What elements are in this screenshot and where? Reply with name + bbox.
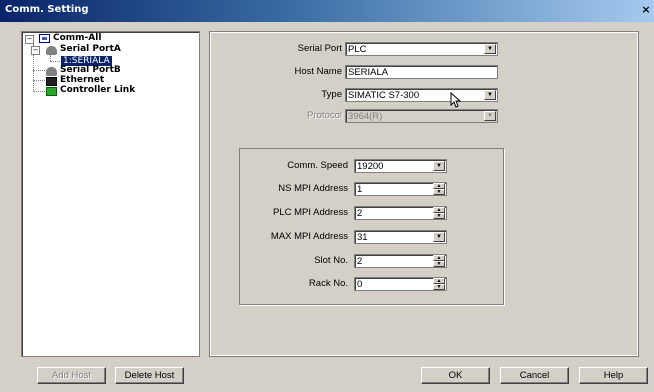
serial-port-label: Serial Port [297, 43, 342, 54]
max-mpi-dropdown[interactable]: 31 ▼ [354, 230, 447, 244]
mouse-cursor-icon [450, 92, 462, 108]
spin-control[interactable]: ▲ ▼ [433, 183, 445, 195]
dropdown-arrow-icon: ▼ [484, 111, 496, 121]
serial-port-icon [46, 67, 57, 76]
tree-item-comm-all[interactable]: Comm-All [53, 33, 101, 44]
spin-down-icon[interactable]: ▼ [433, 213, 445, 219]
dropdown-arrow-icon[interactable]: ▼ [433, 232, 445, 242]
protocol-dropdown: 3964(R) ▼ [345, 109, 498, 123]
tree-item-controller-link[interactable]: Controller Link [60, 85, 135, 96]
comm-speed-label: Comm. Speed [287, 160, 348, 171]
dropdown-arrow-icon[interactable]: ▼ [433, 161, 445, 171]
ns-mpi-label: NS MPI Address [278, 183, 348, 194]
settings-panel: Serial Port PLC ▼ Host Name SERIALA Type… [209, 31, 639, 357]
controller-link-icon [46, 87, 57, 96]
slot-no-value: 2 [357, 256, 363, 267]
plc-mpi-stepper[interactable]: 2 ▲ ▼ [354, 206, 447, 220]
serial-port-dropdown[interactable]: PLC ▼ [345, 42, 498, 56]
host-name-value: SERIALA [348, 67, 389, 78]
tree-item-serial-porta[interactable]: Serial PortA [60, 44, 121, 55]
max-mpi-label: MAX MPI Address [270, 231, 348, 242]
spin-control[interactable]: ▲ ▼ [433, 207, 445, 219]
comm-speed-value: 19200 [357, 161, 384, 172]
max-mpi-value: 31 [357, 232, 368, 243]
plc-mpi-value: 2 [357, 208, 363, 219]
slot-no-label: Slot No. [314, 255, 348, 266]
ethernet-icon [46, 77, 57, 86]
tree-connector [33, 91, 45, 92]
comm-settings-group: Comm. Speed 19200 ▼ NS MPI Address 1 ▲ ▼… [239, 148, 504, 305]
title-bar: Comm. Setting × [0, 0, 654, 22]
comm-speed-dropdown[interactable]: 19200 ▼ [354, 159, 447, 173]
add-host-button: Add Host [37, 367, 106, 384]
spin-down-icon[interactable]: ▼ [433, 189, 445, 195]
type-value: SIMATIC S7-300 [348, 90, 420, 101]
comm-tree: − Comm-All − Serial PortA 1:SERIALA Seri… [21, 31, 200, 357]
host-name-label: Host Name [294, 66, 342, 77]
dropdown-arrow-icon[interactable]: ▼ [484, 90, 496, 100]
protocol-value: 3964(R) [348, 111, 383, 122]
collapse-icon[interactable]: − [31, 46, 40, 55]
tree-connector [33, 80, 45, 81]
spin-control[interactable]: ▲ ▼ [433, 255, 445, 267]
ns-mpi-stepper[interactable]: 1 ▲ ▼ [354, 182, 447, 196]
delete-host-button[interactable]: Delete Host [115, 367, 184, 384]
rack-no-value: 0 [357, 279, 363, 290]
ok-button[interactable]: OK [421, 367, 490, 384]
close-icon[interactable]: × [640, 4, 652, 16]
window-title: Comm. Setting [5, 4, 89, 15]
protocol-label: Protocol [307, 110, 342, 121]
type-label: Type [321, 89, 342, 100]
serial-port-icon [46, 46, 57, 55]
tree-connector [33, 70, 45, 71]
collapse-icon[interactable]: − [25, 35, 34, 44]
cancel-button[interactable]: Cancel [500, 367, 569, 384]
help-button[interactable]: Help [579, 367, 648, 384]
rack-no-label: Rack No. [308, 278, 348, 289]
slot-no-stepper[interactable]: 2 ▲ ▼ [354, 254, 447, 268]
dropdown-arrow-icon[interactable]: ▼ [484, 44, 496, 54]
tree-connector [50, 61, 60, 62]
comm-all-icon [39, 34, 50, 43]
spin-control[interactable]: ▲ ▼ [433, 278, 445, 290]
spin-down-icon[interactable]: ▼ [433, 261, 445, 267]
rack-no-stepper[interactable]: 0 ▲ ▼ [354, 277, 447, 291]
serial-port-value: PLC [348, 44, 367, 55]
ns-mpi-value: 1 [357, 184, 363, 195]
host-name-input[interactable]: SERIALA [345, 65, 498, 79]
spin-down-icon[interactable]: ▼ [433, 284, 445, 290]
plc-mpi-label: PLC MPI Address [273, 207, 348, 218]
type-dropdown[interactable]: SIMATIC S7-300 ▼ [345, 88, 498, 102]
